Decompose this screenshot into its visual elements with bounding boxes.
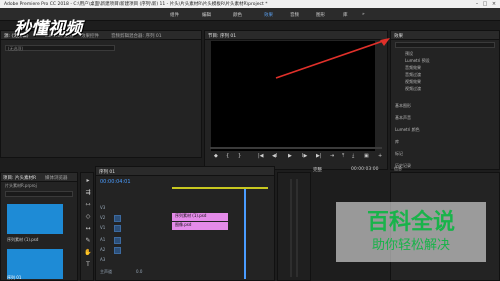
workspace-edit[interactable]: 编辑 bbox=[202, 12, 211, 18]
tree-lumetri-presets[interactable]: Lumetri 预设 bbox=[405, 58, 430, 64]
tab-effect-controls[interactable]: 效果控件 bbox=[81, 33, 99, 39]
timeline-tabs: 序列 01 bbox=[96, 167, 274, 176]
close-button[interactable]: × bbox=[491, 1, 497, 7]
project-search-input[interactable] bbox=[5, 191, 73, 197]
extract-button[interactable]: ⤓ bbox=[352, 153, 354, 159]
track-a2: A2 bbox=[100, 247, 106, 252]
track-target-v1[interactable] bbox=[114, 225, 121, 232]
timeline-panel: 序列 01 00:00:04:01 V3 V2 V1 A1 A2 A3 主声道 … bbox=[95, 166, 275, 281]
tree-video-transitions[interactable]: 视频过渡 bbox=[405, 86, 421, 92]
brand-name: 百科全说 bbox=[366, 210, 455, 235]
go-to-in-button[interactable]: |◀ bbox=[258, 153, 264, 159]
effects-tabs: 效果 bbox=[391, 31, 499, 40]
export-frame-button[interactable]: ▣ bbox=[364, 153, 369, 159]
project-tabs: 项目: 片头素材R 媒体浏览器 bbox=[1, 173, 77, 182]
workspace-color[interactable]: 颜色 bbox=[233, 12, 242, 18]
timeline-clip[interactable]: 图像.psd bbox=[172, 222, 228, 230]
tab-project[interactable]: 项目: 片头素材R bbox=[3, 175, 36, 181]
track-target-v2[interactable] bbox=[114, 215, 121, 222]
program-scrubber[interactable] bbox=[210, 147, 382, 149]
effects-panel: 效果 预设 Lumetri 预设 音频效果 音频过渡 视频效果 视频过渡 基本图… bbox=[390, 30, 500, 170]
window-title: Adobe Premiere Pro CC 2018 - C:\用户\桌面\新建… bbox=[4, 2, 268, 7]
track-target-a1[interactable] bbox=[114, 237, 121, 244]
tree-video-effects[interactable]: 视频效果 bbox=[405, 79, 421, 85]
maximize-button[interactable]: □ bbox=[482, 1, 488, 7]
project-item-thumbnail[interactable] bbox=[7, 204, 63, 234]
project-path: 片头素材R.prproj bbox=[5, 183, 37, 188]
track-select-tool-icon[interactable]: ⇶ bbox=[84, 189, 92, 197]
pen-tool-icon[interactable]: ✎ bbox=[84, 237, 92, 245]
panel-markers[interactable]: 标记 bbox=[395, 151, 403, 157]
workspace-effects[interactable]: 效果 bbox=[264, 12, 273, 18]
master-volume[interactable]: 0.0 bbox=[136, 269, 142, 274]
play-button[interactable]: ▶ bbox=[288, 153, 292, 159]
selection-tool-icon[interactable]: ▸ bbox=[84, 177, 92, 185]
type-tool-icon[interactable]: T bbox=[84, 261, 92, 269]
source-panel: 源: (无剪辑) Lumetri 范围 效果控件 音频剪辑混合器: 序列 01 … bbox=[0, 30, 202, 158]
workspace-libraries[interactable]: 库 bbox=[343, 12, 348, 18]
brand-watermark: 百科全说 助你轻松解决 bbox=[336, 202, 486, 262]
panel-essential-graphics[interactable]: 基本图形 bbox=[395, 103, 411, 109]
timeline-timecode[interactable]: 00:00:04:01 bbox=[100, 179, 131, 185]
minimize-button[interactable]: – bbox=[474, 1, 480, 7]
track-v1: V1 bbox=[100, 225, 106, 230]
go-to-out-button[interactable]: ▶| bbox=[316, 153, 322, 159]
lift-button[interactable]: ⤒ bbox=[342, 153, 344, 159]
mark-out-button[interactable]: } bbox=[238, 153, 241, 159]
track-a1: A1 bbox=[100, 237, 106, 242]
panel-libraries[interactable]: 库 bbox=[395, 139, 399, 145]
workspace-components[interactable]: 组件 bbox=[170, 12, 179, 18]
insert-button[interactable]: ⇥ bbox=[330, 153, 334, 159]
button-editor-button[interactable]: + bbox=[378, 153, 382, 159]
tab-audio-clip-mixer[interactable]: 音频剪辑混合器: 序列 01 bbox=[111, 33, 162, 39]
tools-panel: ▸ ⇶ ⇿ ◇ ↔ ✎ ✋ T bbox=[80, 172, 94, 281]
tab-sequence[interactable]: 序列 01 bbox=[99, 169, 115, 175]
hand-tool-icon[interactable]: ✋ bbox=[84, 249, 92, 257]
transport-controls: ◆ { } |◀ ◀I ▶ I▶ ▶| ⇥ ⤒ ⤓ ▣ + bbox=[210, 153, 388, 165]
annotation-arrow bbox=[275, 38, 390, 79]
work-area-bar[interactable] bbox=[172, 187, 268, 189]
track-v3: V3 bbox=[100, 205, 106, 210]
slip-tool-icon[interactable]: ↔ bbox=[84, 225, 92, 233]
title-bar: Adobe Premiere Pro CC 2018 - C:\用户\桌面\新建… bbox=[0, 0, 500, 8]
step-back-button[interactable]: ◀I bbox=[272, 153, 277, 159]
project-item-label: 序列素材 (1).psd bbox=[7, 237, 39, 242]
audio-meters bbox=[277, 172, 311, 281]
panel-essential-sound[interactable]: 基本声音 bbox=[395, 115, 411, 121]
track-target-a2[interactable] bbox=[114, 247, 121, 254]
workspace-more[interactable]: » bbox=[362, 12, 365, 17]
tree-presets[interactable]: 预设 bbox=[405, 51, 413, 57]
project-item-label: 序列 01 bbox=[7, 275, 22, 280]
track-v2: V2 bbox=[100, 215, 106, 220]
program-timecode-duration: 00:00:03:00 bbox=[351, 167, 379, 172]
master-track: 主声道 bbox=[100, 269, 112, 274]
clip-selector[interactable]: (无选项) bbox=[5, 45, 115, 51]
project-panel: 项目: 片头素材R 媒体浏览器 片头素材R.prproj 序列素材 (1).ps… bbox=[0, 172, 78, 281]
ripple-edit-tool-icon[interactable]: ⇿ bbox=[84, 201, 92, 209]
playhead[interactable] bbox=[244, 189, 246, 279]
tree-audio-effects[interactable]: 音频效果 bbox=[405, 65, 421, 71]
panel-lumetri-color[interactable]: Lumetri 颜色 bbox=[395, 127, 420, 133]
workspace-audio[interactable]: 音频 bbox=[290, 12, 299, 18]
razor-tool-icon[interactable]: ◇ bbox=[84, 213, 92, 221]
add-marker-button[interactable]: ◆ bbox=[214, 153, 218, 159]
meter-right bbox=[296, 179, 298, 277]
meter-left bbox=[290, 179, 292, 277]
step-forward-button[interactable]: I▶ bbox=[302, 153, 307, 159]
mark-in-button[interactable]: { bbox=[226, 153, 229, 159]
track-a3: A3 bbox=[100, 257, 106, 262]
timeline-clip[interactable]: 序列素材 (1).psd bbox=[172, 213, 228, 221]
quality-select[interactable]: 完整 bbox=[313, 167, 322, 173]
tab-media-browser[interactable]: 媒体浏览器 bbox=[45, 175, 68, 181]
tree-audio-transitions[interactable]: 音频过渡 bbox=[405, 72, 421, 78]
brand-tagline: 助你轻松解决 bbox=[371, 238, 450, 253]
workspace-graphics[interactable]: 图形 bbox=[316, 12, 325, 18]
video-logo-watermark: 秒懂视频 bbox=[14, 19, 82, 39]
effects-search-input[interactable] bbox=[395, 42, 495, 48]
program-monitor-title[interactable]: 节目: 序列 01 bbox=[208, 33, 236, 39]
